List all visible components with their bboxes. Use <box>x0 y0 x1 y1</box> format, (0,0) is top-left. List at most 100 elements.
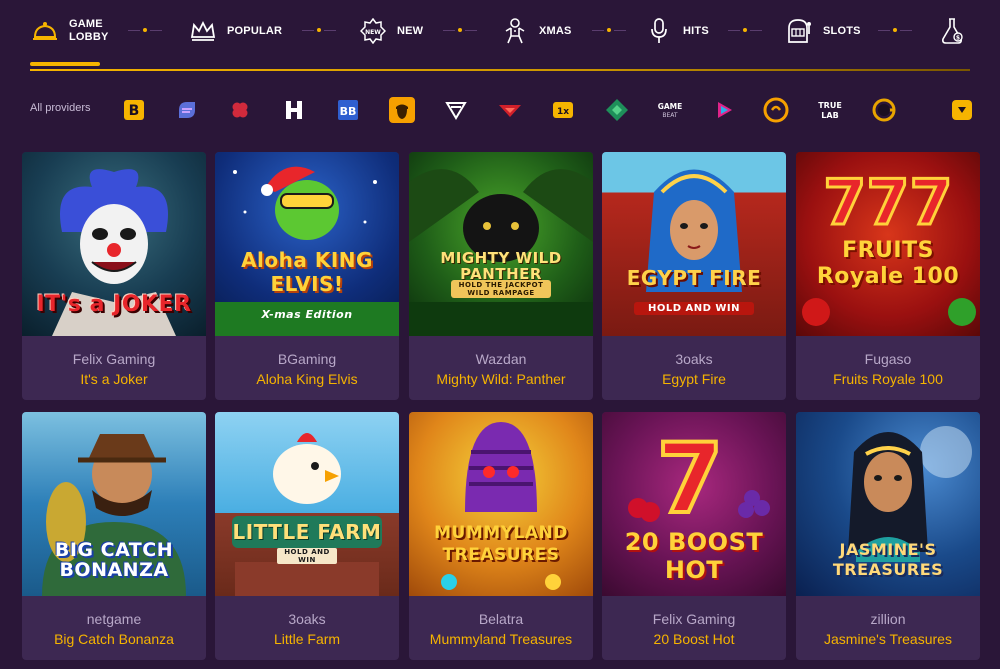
provider-clover-logo[interactable] <box>224 94 256 126</box>
game-card[interactable]: IT's a JOKER Felix Gaming It's a Joker <box>22 152 206 400</box>
svg-text:777: 777 <box>823 166 952 239</box>
svg-text:$: $ <box>956 35 960 42</box>
game-card[interactable]: JASMINE'S TREASURES zillion Jasmine's Tr… <box>796 412 980 660</box>
game-title[interactable]: Aloha King Elvis <box>215 371 399 387</box>
game-thumbnail: LITTLE FARM HOLD AND WIN <box>215 412 399 596</box>
game-title[interactable]: Little Farm <box>215 631 399 647</box>
game-art-title: JASMINE'S TREASURES <box>832 540 944 579</box>
provider-h-logo[interactable] <box>278 94 310 126</box>
nav-game-lobby[interactable]: GAME LOBBY <box>30 14 109 48</box>
game-provider: Felix Gaming <box>72 351 156 367</box>
game-card[interactable]: 777 FRUITS Royale 100 Fugaso Fruits Roya… <box>796 152 980 400</box>
provider-diamond-logo[interactable] <box>601 94 633 126</box>
slot-machine-icon <box>784 16 814 46</box>
game-card[interactable]: Aloha KING ELVIS! X-mas Edition BGaming … <box>215 152 399 400</box>
nav-separator <box>302 28 336 32</box>
providers-dropdown-button[interactable] <box>952 100 972 120</box>
svg-text:7: 7 <box>657 423 724 535</box>
potion-flask-icon: $ <box>938 16 968 46</box>
svg-text:1x: 1x <box>557 107 569 117</box>
game-card[interactable]: 7 20 BOOST HOT Felix Gaming 20 Boost Hot <box>602 412 786 660</box>
provider-b-logo[interactable]: B <box>118 94 150 126</box>
game-title[interactable]: Mighty Wild: Panther <box>409 371 593 387</box>
nav-new[interactable]: NEW NEW <box>358 14 423 48</box>
game-art-title: EGYPT FIRE <box>626 266 762 290</box>
svg-text:LAB: LAB <box>821 111 838 120</box>
nav-xmas-label: XMAS <box>539 24 572 37</box>
gingerbread-icon <box>500 16 530 46</box>
game-thumbnail: 7 20 BOOST HOT <box>602 412 786 596</box>
crown-icon <box>188 16 218 46</box>
active-tab-indicator <box>30 62 100 66</box>
nav-more[interactable]: $ <box>938 14 968 48</box>
nav-game-lobby-line1: GAME <box>69 18 103 30</box>
game-thumbnail: MUMMYLAND TREASURES <box>409 412 593 596</box>
game-art-title: Aloha KING ELVIS! <box>241 248 373 296</box>
game-art-title: BIG CATCH BONANZA <box>54 539 174 581</box>
nav-slots-label: SLOTS <box>823 24 861 37</box>
provider-acorn-logo[interactable] <box>386 94 418 126</box>
game-provider: Felix Gaming <box>652 611 736 627</box>
game-title[interactable]: Fruits Royale 100 <box>796 371 980 387</box>
game-thumbnail: BIG CATCH BONANZA <box>22 412 206 596</box>
game-thumbnail: Aloha KING ELVIS! X-mas Edition <box>215 152 399 336</box>
svg-text:NEW: NEW <box>365 29 381 36</box>
game-card[interactable]: BIG CATCH BONANZA netgame Big Catch Bona… <box>22 412 206 660</box>
nav-game-lobby-line2: LOBBY <box>69 31 109 43</box>
game-art-subtitle: HOLD AND WIN <box>277 548 337 564</box>
game-provider: BGaming <box>277 351 337 367</box>
provider-bb-logo[interactable]: BB <box>332 94 364 126</box>
game-title[interactable]: Jasmine's Treasures <box>796 631 980 647</box>
provider-orange-circle-logo[interactable] <box>760 94 792 126</box>
provider-dark-logo[interactable]: 1x <box>547 94 579 126</box>
game-thumbnail: 777 FRUITS Royale 100 <box>796 152 980 336</box>
game-title[interactable]: 20 Boost Hot <box>602 631 786 647</box>
game-art-title: MIGHTY WILD PANTHER <box>440 249 562 283</box>
game-card[interactable]: MIGHTY WILD PANTHER HOLD THE JACKPOT WIL… <box>409 152 593 400</box>
nav-popular[interactable]: POPULAR <box>188 14 282 48</box>
new-badge-icon: NEW <box>358 16 388 46</box>
nav-hits[interactable]: HITS <box>644 14 709 48</box>
game-art-title: LITTLE FARM <box>232 516 382 548</box>
game-art-subtitle: HOLD AND WIN <box>634 302 754 315</box>
provider-g-logo[interactable] <box>868 94 900 126</box>
game-thumbnail: IT's a JOKER <box>22 152 206 336</box>
game-title[interactable]: Mummyland Treasures <box>409 631 593 647</box>
provider-v-logo[interactable] <box>440 94 472 126</box>
game-title[interactable]: It's a Joker <box>22 371 206 387</box>
microphone-icon <box>644 16 674 46</box>
top-navigation: GAME LOBBY POPULAR NEW NEW XMAS HITS SLO… <box>0 0 1000 72</box>
game-card[interactable]: LITTLE FARM HOLD AND WIN 3oaks Little Fa… <box>215 412 399 660</box>
provider-red-wing-logo[interactable] <box>494 94 526 126</box>
game-provider: Fugaso <box>864 351 912 367</box>
game-art-title: IT's a JOKER <box>36 292 192 317</box>
nav-hits-label: HITS <box>683 24 709 37</box>
provider-truelab-logo[interactable]: TRUE LAB <box>814 94 846 126</box>
provider-swirl-logo[interactable] <box>171 94 203 126</box>
all-providers-link[interactable]: All providers <box>30 102 91 114</box>
svg-text:BEAT: BEAT <box>662 112 678 119</box>
svg-text:GAME: GAME <box>658 102 683 111</box>
bell-icon <box>30 16 60 46</box>
nav-separator <box>443 28 477 32</box>
game-card[interactable]: EGYPT FIRE HOLD AND WIN 3oaks Egypt Fire <box>602 152 786 400</box>
game-thumbnail: MIGHTY WILD PANTHER HOLD THE JACKPOT WIL… <box>409 152 593 336</box>
nav-separator <box>728 28 762 32</box>
game-provider: netgame <box>86 611 142 627</box>
game-art-title: MUMMYLAND TREASURES <box>434 523 568 565</box>
nav-popular-label: POPULAR <box>227 24 283 37</box>
game-title[interactable]: Big Catch Bonanza <box>22 631 206 647</box>
provider-play-logo[interactable] <box>708 94 740 126</box>
nav-new-label: NEW <box>397 24 424 37</box>
nav-divider <box>30 69 970 71</box>
nav-xmas[interactable]: XMAS <box>500 14 572 48</box>
game-provider: Wazdan <box>475 351 527 367</box>
game-title[interactable]: Egypt Fire <box>602 371 786 387</box>
svg-text:BB: BB <box>340 105 357 118</box>
game-art-title: FRUITS Royale 100 <box>816 238 960 289</box>
nav-slots[interactable]: SLOTS <box>784 14 861 48</box>
game-card[interactable]: MUMMYLAND TREASURES Belatra Mummyland Tr… <box>409 412 593 660</box>
provider-gamebeat-logo[interactable]: GAME BEAT <box>654 94 686 126</box>
game-art-subtitle: X-mas Edition <box>261 308 353 321</box>
game-art-subtitle: HOLD THE JACKPOT WILD RAMPAGE <box>451 280 551 298</box>
